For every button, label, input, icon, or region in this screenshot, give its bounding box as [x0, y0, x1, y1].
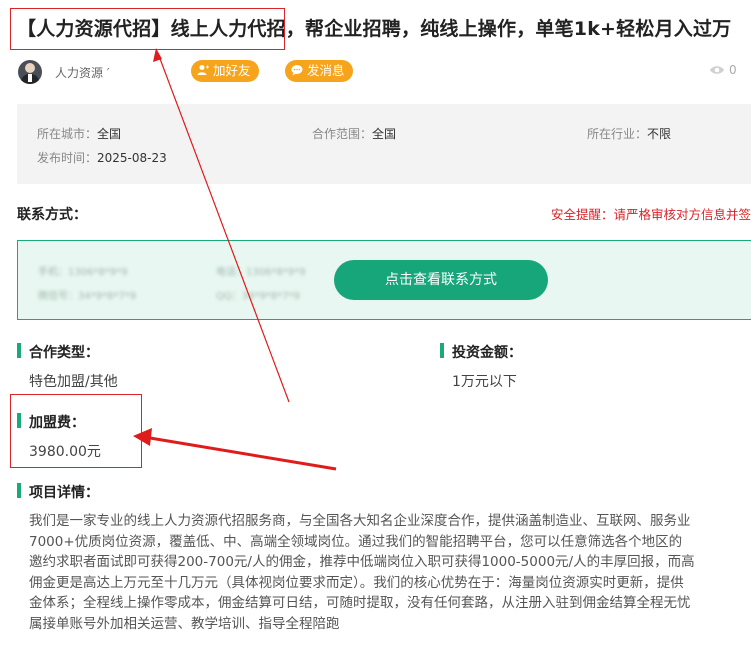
investment-label: 投资金额：	[440, 342, 522, 362]
blurred-qq: QQ：34*9*8*7*9	[216, 291, 300, 302]
project-detail-text: 我们是一家专业的线上人力资源代招服务商，与全国各大知名企业深度合作，提供涵盖制造…	[29, 511, 751, 635]
detail-line: 我们是一家专业的线上人力资源代招服务商，与全国各大知名企业深度合作，提供涵盖制造…	[29, 513, 691, 529]
send-message-label: 发消息	[307, 63, 345, 78]
blurred-phone: 手机：1306*8*9*9	[38, 267, 128, 278]
info-publish-value: 2025-08-23	[97, 151, 167, 165]
view-count: 0	[709, 63, 737, 77]
author-row: 人力资源 ′ 加好友 发消息 0	[18, 58, 751, 86]
cooperation-type-value: 特色加盟/其他	[29, 374, 118, 390]
detail-line: 邀约求职者面试即可获得200-700元/人的佣金，推荐中低端岗位入职可获得100…	[29, 554, 695, 571]
info-scope: 合作范围：全国	[312, 125, 396, 142]
avatar[interactable]	[18, 60, 42, 84]
arrow-to-title	[153, 48, 290, 403]
fee-annotation-box	[10, 394, 142, 468]
blurred-wechat: 微信号：34*9*8*7*9	[38, 291, 137, 302]
detail-line: 佣金更是高达上万元至十几万元（具体视岗位要求而定）。我们的核心优势在于：海量岗位…	[29, 574, 684, 591]
view-count-value: 0	[729, 63, 737, 77]
eye-icon	[710, 66, 724, 74]
add-friend-button[interactable]: 加好友	[191, 60, 259, 82]
detail-line: 金体系；全程线上操作零成本，佣金结算可日结，可随时提取，没有任何套路，从注册入驻…	[29, 595, 691, 612]
info-publish: 发布时间：2025-08-23	[37, 149, 167, 166]
project-detail-label: 项目详情：	[17, 482, 99, 502]
info-city-label: 所在城市：	[37, 127, 98, 141]
info-scope-label: 合作范围：	[312, 127, 373, 141]
send-message-button[interactable]: 发消息	[285, 60, 353, 82]
detail-line: 属接单账号外加相关运营、教学培训、指导全程陪跑	[29, 615, 340, 632]
add-user-icon	[197, 65, 209, 75]
chat-bubble-icon	[291, 65, 303, 76]
info-city-value: 全国	[97, 127, 122, 141]
info-industry-value: 不限	[647, 127, 672, 141]
safety-tip: 安全提醒：请严格审核对方信息并签	[551, 207, 751, 222]
arrow-to-fee	[133, 428, 337, 471]
title-annotation-box	[10, 8, 285, 50]
add-friend-label: 加好友	[213, 63, 251, 78]
info-industry-label: 所在行业：	[587, 127, 648, 141]
author-name[interactable]: 人力资源 ′	[55, 64, 110, 81]
info-publish-label: 发布时间：	[37, 151, 98, 165]
info-scope-value: 全国	[372, 127, 397, 141]
contact-box: 手机：1306*8*9*9 电话：1306*8*9*9 微信号：34*9*8*7…	[17, 240, 751, 320]
info-industry: 所在行业：不限	[587, 125, 671, 142]
contact-title: 联系方式：	[17, 207, 87, 223]
info-city: 所在城市：全国	[37, 125, 121, 142]
view-contact-button[interactable]: 点击查看联系方式	[334, 260, 548, 300]
investment-value: 1万元以下	[452, 374, 517, 390]
blurred-tel: 电话：1306*8*9*9	[216, 267, 306, 278]
detail-line: 7000+优质岗位资源，覆盖低、中、高端全领域岗位。通过我们的智能招聘平台，您可…	[29, 533, 683, 550]
cooperation-type-label: 合作类型：	[17, 342, 99, 362]
info-box: 所在城市：全国 合作范围：全国 所在行业：不限 发布时间：2025-08-23	[17, 104, 751, 184]
